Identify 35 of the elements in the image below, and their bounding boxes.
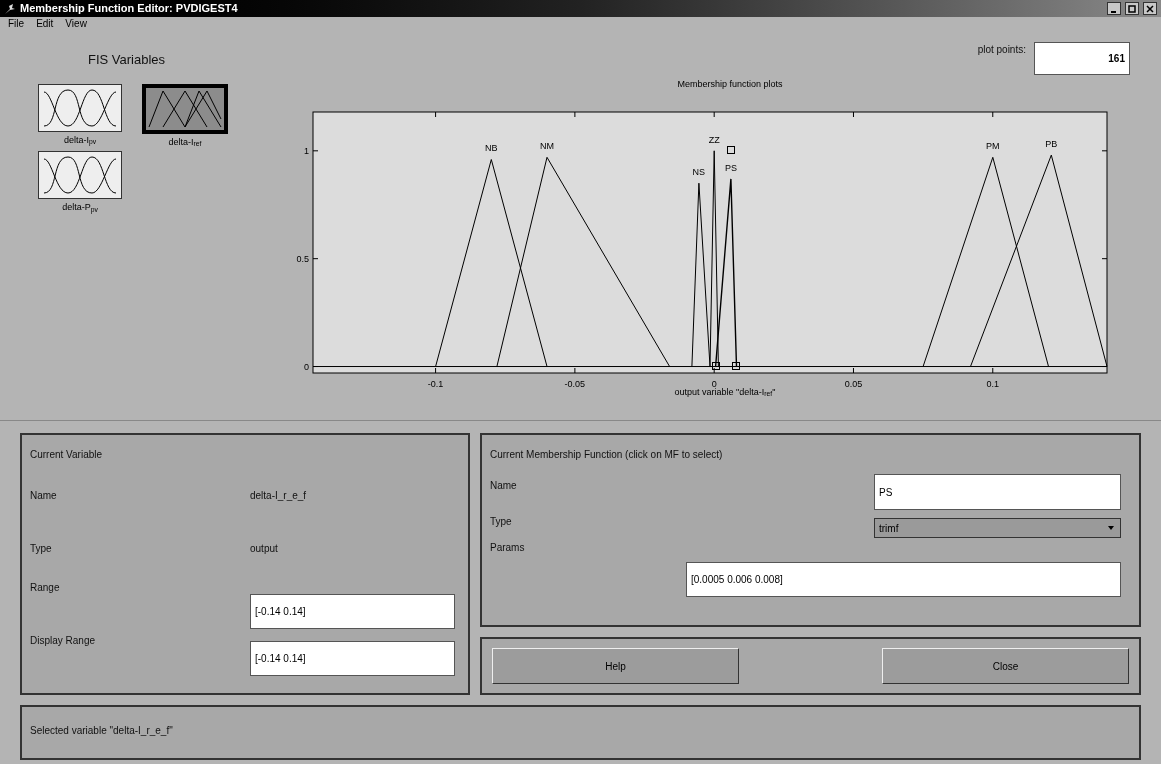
axis-label: output variable "delta-I$_{ref}$" [674,386,776,399]
variable-label: delta-I$_{ref}$ [168,135,202,149]
variable-label: delta-P$_{pv}$ [62,201,98,215]
x-tick-label: 0 [711,378,717,389]
mf-label: PS [724,162,737,173]
mf-label: PB [1045,138,1058,149]
plot-title: Membership function plots [677,78,783,91]
y-tick-label: 0.5 [296,253,309,264]
mf-label: NS [692,166,706,177]
y-tick-label: 0 [304,361,309,372]
status-text: Selected variable "delta-I_r_e_f" [30,725,173,736]
field-label: Name [490,479,517,493]
x-tick-label: 0.05 [844,378,863,389]
field-label: Params [490,541,525,555]
field-label: Type [30,542,53,556]
field-label: Name [30,489,58,503]
window-title: Membership Function Editor: PVDIGEST4 [20,1,238,17]
y-tick-label: 1 [304,145,309,156]
field-label: plot points: [977,43,1026,57]
mf-label: NM [540,140,554,151]
panel-title: Current Variable [30,448,104,462]
mf-label: NB [485,142,498,153]
field-label: Range [30,581,61,595]
variable-type: output [250,542,278,556]
x-tick-label: 0.1 [986,378,1000,389]
variable-name: delta-I_r_e_f [250,489,307,503]
x-tick-label: -0.1 [427,378,444,389]
x-tick-label: -0.05 [564,378,586,389]
field-label: Type [490,515,512,529]
mf-label: PM [986,140,1000,151]
mf-label: ZZ [708,134,720,145]
field-label: Display Range [30,634,97,648]
panel-title: Current Membership Function (click on MF to select) [490,448,724,462]
panel-title: FIS Variables [88,51,167,69]
variable-label: delta-I$_{pv}$ [63,133,97,147]
